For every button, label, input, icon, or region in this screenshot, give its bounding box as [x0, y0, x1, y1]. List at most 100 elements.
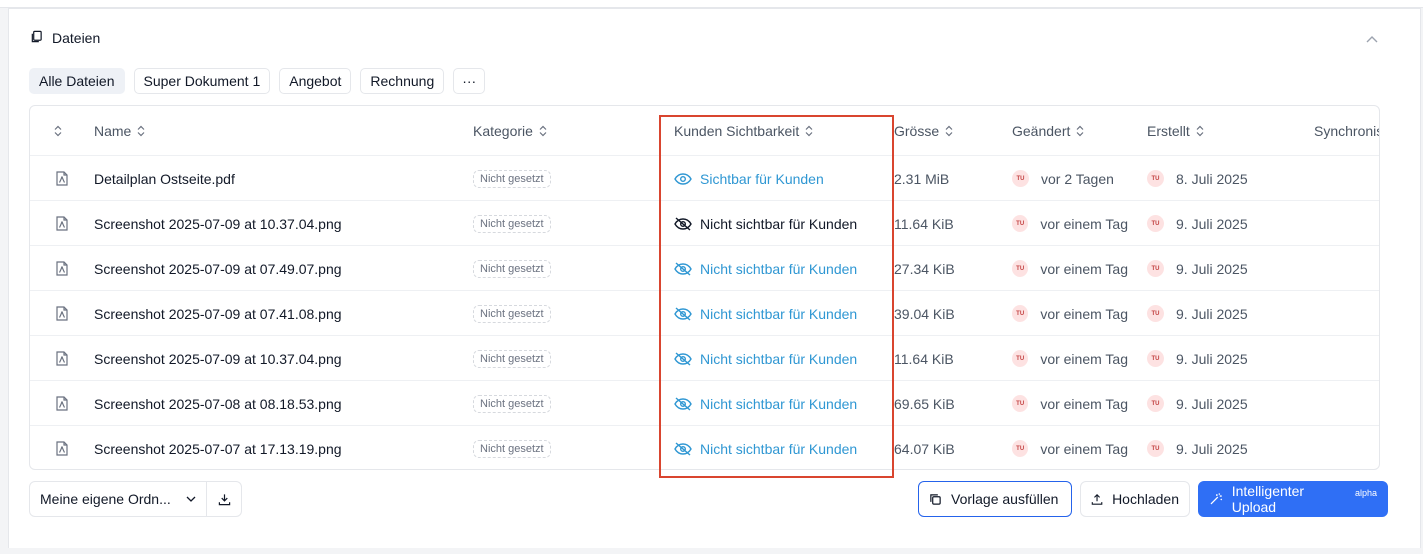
- file-size: 39.04 KiB: [894, 305, 955, 322]
- modified-cell: TU vor einem Tag: [1012, 426, 1128, 469]
- avatar: TU: [1147, 305, 1164, 322]
- modified-cell: TU vor einem Tag: [1012, 246, 1128, 291]
- eye-icon: [674, 172, 692, 185]
- file-size: 27.34 KiB: [894, 260, 955, 277]
- table-row[interactable]: Screenshot 2025-07-09 at 10.37.04.png Nic…: [30, 201, 1379, 246]
- file-size: 64.07 KiB: [894, 440, 955, 457]
- modified-cell: TU vor einem Tag: [1012, 291, 1128, 336]
- file-name[interactable]: Screenshot 2025-07-09 at 07.41.08.png: [94, 291, 342, 336]
- avatar: TU: [1147, 440, 1164, 457]
- avatar: TU: [1012, 305, 1029, 322]
- folder-controls: Meine eigene Ordn...: [29, 481, 242, 517]
- files-table: Name Kategorie Kunden Sichtbarkeit Gröss…: [29, 105, 1380, 470]
- avatar: TU: [1147, 350, 1164, 367]
- file-icon: [56, 291, 68, 336]
- category-badge[interactable]: Nicht gesetzt: [473, 156, 551, 201]
- column-created[interactable]: Erstellt: [1147, 106, 1204, 156]
- section-title: Dateien: [52, 30, 101, 46]
- eye-off-icon: [674, 396, 692, 411]
- magic-wand-icon: [1210, 493, 1223, 505]
- sort-icon: [1076, 125, 1084, 137]
- download-button[interactable]: [207, 482, 241, 516]
- column-category[interactable]: Kategorie: [473, 106, 547, 156]
- avatar: TU: [1147, 395, 1164, 412]
- table-row[interactable]: Detailplan Ostseite.pdf Nicht gesetzt Sich…: [30, 156, 1379, 201]
- avatar: TU: [1012, 260, 1029, 277]
- eye-off-icon: [674, 216, 692, 231]
- created-cell: TU 9. Juli 2025: [1147, 336, 1248, 381]
- table-row[interactable]: Screenshot 2025-07-09 at 10.37.04.png Nic…: [30, 336, 1379, 381]
- file-name[interactable]: Screenshot 2025-07-09 at 10.37.04.png: [94, 201, 342, 246]
- filter-angebot[interactable]: Angebot: [279, 68, 352, 94]
- filter-more-button[interactable]: ···: [453, 68, 486, 94]
- fill-template-button[interactable]: Vorlage ausfüllen: [918, 481, 1072, 517]
- category-badge[interactable]: Nicht gesetzt: [473, 201, 551, 246]
- folder-select[interactable]: Meine eigene Ordn...: [30, 482, 207, 516]
- sort-icon: [805, 125, 813, 137]
- visibility-toggle[interactable]: Nicht sichtbar für Kunden: [674, 381, 857, 426]
- created-cell: TU 9. Juli 2025: [1147, 246, 1248, 291]
- select-all-sort-icon[interactable]: [54, 106, 62, 156]
- chevron-down-icon: [186, 496, 196, 502]
- visibility-toggle[interactable]: Sichtbar für Kunden: [674, 156, 824, 201]
- copy-template-icon: [930, 493, 941, 505]
- collapse-chevron-up-icon[interactable]: [1364, 31, 1380, 47]
- upload-button[interactable]: Hochladen: [1080, 481, 1190, 517]
- visibility-toggle[interactable]: Nicht sichtbar für Kunden: [674, 291, 857, 336]
- visibility-toggle[interactable]: Nicht sichtbar für Kunden: [674, 201, 857, 246]
- eye-off-icon: [674, 351, 692, 366]
- file-size: 11.64 KiB: [894, 215, 954, 232]
- filter-super-dokument[interactable]: Super Dokument 1: [133, 68, 271, 94]
- created-cell: TU 9. Juli 2025: [1147, 201, 1248, 246]
- column-name[interactable]: Name: [94, 106, 145, 156]
- table-row[interactable]: Screenshot 2025-07-08 at 08.18.53.png Nic…: [30, 381, 1379, 426]
- sort-icon: [945, 125, 953, 137]
- column-size[interactable]: Grösse: [894, 106, 953, 156]
- download-icon: [218, 493, 230, 505]
- visibility-toggle[interactable]: Nicht sichtbar für Kunden: [674, 246, 857, 291]
- filter-rechnung[interactable]: Rechnung: [360, 68, 445, 94]
- column-visibility[interactable]: Kunden Sichtbarkeit: [674, 106, 813, 156]
- file-icon: [56, 336, 68, 381]
- column-sync[interactable]: Synchronisiert: [1314, 106, 1379, 156]
- avatar: TU: [1147, 260, 1164, 277]
- category-badge[interactable]: Nicht gesetzt: [473, 291, 551, 336]
- upload-icon: [1091, 493, 1103, 505]
- sort-icon: [1196, 125, 1204, 137]
- column-modified[interactable]: Geändert: [1012, 106, 1084, 156]
- avatar: TU: [1147, 170, 1164, 187]
- modified-cell: TU vor einem Tag: [1012, 201, 1128, 246]
- category-badge[interactable]: Nicht gesetzt: [473, 246, 551, 291]
- table-row[interactable]: Screenshot 2025-07-09 at 07.49.07.png Nic…: [30, 246, 1379, 291]
- created-cell: TU 9. Juli 2025: [1147, 291, 1248, 336]
- visibility-toggle[interactable]: Nicht sichtbar für Kunden: [674, 426, 857, 469]
- created-cell: TU 9. Juli 2025: [1147, 426, 1248, 469]
- modified-cell: TU vor einem Tag: [1012, 381, 1128, 426]
- file-name[interactable]: Screenshot 2025-07-09 at 07.49.07.png: [94, 246, 342, 291]
- files-icon: [30, 30, 43, 46]
- file-name[interactable]: Screenshot 2025-07-08 at 08.18.53.png: [94, 381, 342, 426]
- avatar: TU: [1012, 395, 1029, 412]
- table-row[interactable]: Screenshot 2025-07-09 at 07.41.08.png Nic…: [30, 291, 1379, 336]
- modified-cell: TU vor 2 Tagen: [1012, 156, 1128, 201]
- category-badge[interactable]: Nicht gesetzt: [473, 426, 551, 469]
- file-icon: [56, 426, 68, 469]
- category-badge[interactable]: Nicht gesetzt: [473, 381, 551, 426]
- sort-icon: [137, 125, 145, 137]
- smart-upload-button[interactable]: Intelligenter Upload alpha: [1198, 481, 1388, 517]
- table-header: Name Kategorie Kunden Sichtbarkeit Gröss…: [30, 106, 1379, 156]
- file-icon: [56, 246, 68, 291]
- file-name[interactable]: Screenshot 2025-07-07 at 17.13.19.png: [94, 426, 342, 469]
- visibility-toggle[interactable]: Nicht sichtbar für Kunden: [674, 336, 857, 381]
- filter-all-files[interactable]: Alle Dateien: [29, 68, 125, 94]
- created-cell: TU 8. Juli 2025: [1147, 156, 1248, 201]
- file-name[interactable]: Detailplan Ostseite.pdf: [94, 156, 235, 201]
- avatar: TU: [1147, 215, 1164, 232]
- table-row[interactable]: Screenshot 2025-07-07 at 17.13.19.png Nic…: [30, 426, 1379, 469]
- file-name[interactable]: Screenshot 2025-07-09 at 10.37.04.png: [94, 336, 342, 381]
- section-header: Dateien: [30, 30, 100, 46]
- avatar: TU: [1012, 215, 1029, 232]
- category-badge[interactable]: Nicht gesetzt: [473, 336, 551, 381]
- file-size: 69.65 KiB: [894, 395, 955, 412]
- avatar: TU: [1012, 170, 1029, 187]
